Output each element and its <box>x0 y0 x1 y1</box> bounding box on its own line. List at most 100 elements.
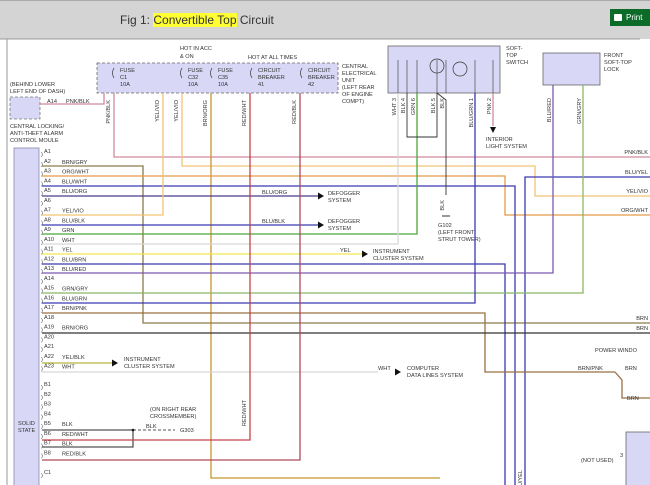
fuse-wire-label: RED/WHT <box>242 99 248 126</box>
interior-light-label: LIGHT SYSTEM <box>486 144 527 150</box>
alarm-module-label: CENTRAL LOCKING/ <box>10 124 65 130</box>
pin-connector: ) <box>41 240 43 246</box>
wire-label: WHT <box>62 238 75 244</box>
soft-top-switch-label: SWITCH <box>506 60 528 66</box>
g303-label: G303 <box>180 428 194 434</box>
pin-label: A19 <box>44 325 54 331</box>
right-edge-wire-label: ORG/WHT <box>621 208 649 214</box>
fuse-wire-label: RED/BLK <box>292 100 298 124</box>
pin-connector: ) <box>41 414 43 420</box>
solid-state-module <box>13 147 40 485</box>
ground-g102-label: STRUT TOWER) <box>438 237 481 243</box>
wire-a7 <box>42 93 164 216</box>
wire-label: BRN/PNK <box>62 306 87 312</box>
pin-connector: ) <box>41 230 43 236</box>
wire-b8 <box>42 93 301 461</box>
pin-label: A22 <box>44 354 54 360</box>
wire-label: BRN/ORG <box>62 326 88 332</box>
pin-connector: ) <box>41 269 43 275</box>
fuse-label: 42 <box>308 82 314 88</box>
defogger-arrow <box>318 192 324 200</box>
alarm-module-label: ANTI-THEFT ALARM <box>10 131 63 137</box>
pin-label: A17 <box>44 305 54 311</box>
splice-dot <box>131 428 135 432</box>
wire-label: WHT <box>62 365 75 371</box>
power-window-wire-label: BRN <box>627 396 639 402</box>
pin-connector: ) <box>41 453 43 459</box>
wire-label: RED/BLK <box>62 451 86 457</box>
pin-label: B2 <box>44 392 51 398</box>
power-window-wire-label: BRN/PNK <box>578 366 603 372</box>
pin-connector: ) <box>41 434 43 440</box>
ground-wire-label: BLK <box>440 200 446 211</box>
pin-connector: ) <box>41 395 43 401</box>
pin-label: B3 <box>44 402 51 408</box>
pin-connector: ) <box>41 162 43 168</box>
lock-wire-label: GRN/GRY <box>577 98 583 124</box>
pin-label: C1 <box>44 470 51 476</box>
switch-pin-label: PNK 2 <box>487 98 493 114</box>
pin-label: A1 <box>44 149 51 155</box>
pin-label: A14 <box>44 276 54 282</box>
pin-label: A20 <box>44 334 54 340</box>
soft-top-lock-box <box>542 52 601 86</box>
defogger-label: DEFOGGER <box>328 191 360 197</box>
central-electrical-unit-label: (LEFT REAR <box>342 85 375 91</box>
pin-label: B6 <box>44 431 51 437</box>
module-label: STATE <box>18 428 35 434</box>
hot-at-all-times-label: HOT AT ALL TIMES <box>248 55 297 61</box>
soft-top-lock-label: LOCK <box>604 67 620 73</box>
fuse-label: FUSE <box>120 68 135 74</box>
pin-label: A11 <box>44 247 54 253</box>
fuse-label: FUSE <box>218 68 233 74</box>
switch-pin-label: BLK 5 <box>431 98 437 113</box>
pin-connector: ) <box>41 357 43 363</box>
pin-connector: ) <box>41 473 43 479</box>
wire-label: YEL <box>62 248 73 254</box>
pin-connector: ) <box>41 318 43 324</box>
pin-label: A5 <box>44 188 51 194</box>
pin-label: A10 <box>44 237 54 243</box>
central-electrical-unit-label: UNIT <box>342 78 356 84</box>
wire-label: BLU/RED <box>62 267 86 273</box>
module-label: SOLID <box>18 421 35 427</box>
wire-label: GRN <box>62 228 74 234</box>
pin-label: A8 <box>44 217 51 223</box>
wire-label: BLU/ORG <box>62 189 87 195</box>
switch-pin-label: WHT 3 <box>392 98 398 115</box>
fuse-label: 10A <box>218 82 228 88</box>
pin-connector: ) <box>41 279 43 285</box>
switch-pin-label: BLK 4 <box>401 98 407 113</box>
pin-label: B8 <box>44 450 51 456</box>
cluster-arrow <box>362 250 368 258</box>
pin-connector: ) <box>41 424 43 430</box>
fuse-label: 10A <box>188 82 198 88</box>
pin-label: A23 <box>44 364 54 370</box>
fuse-wire-label: YEL/VIO <box>174 99 180 121</box>
switch-pin-label: GRN 6 <box>411 98 417 115</box>
central-electrical-unit-label: ELECTRICAL <box>342 71 377 77</box>
fuse-label: 10A <box>120 82 130 88</box>
switch-pin-label: BLU/GRN 1 <box>469 98 475 128</box>
fuse-label: C1 <box>120 75 127 81</box>
soft-top-lock-label: FRONT <box>604 53 624 59</box>
cluster-label: CLUSTER SYSTEM <box>124 364 175 370</box>
cluster-label: INSTRUMENT <box>124 357 161 363</box>
pin-label: A21 <box>44 344 54 350</box>
wire-label: YEL/VIO <box>62 209 84 215</box>
wire-label: BLU/GRN <box>62 296 87 302</box>
alarm-module-location: LEFT END OF DASH) <box>10 89 65 95</box>
cluster-label: INSTRUMENT <box>373 249 410 255</box>
not-used-label: (NOT USED) <box>581 458 614 464</box>
power-window-pin-label: 3 <box>620 453 623 459</box>
pin-label: A15 <box>44 286 54 292</box>
pin-label: B1 <box>44 382 51 388</box>
vertical-wire-label: RED/WHT <box>242 399 248 426</box>
pin-label: A6 <box>44 198 51 204</box>
right-edge-wire-label: BRN <box>636 326 648 332</box>
alarm-module-box <box>9 96 41 120</box>
fuse-label: C35 <box>218 75 228 81</box>
wire-a9 <box>42 93 418 235</box>
data-lines-label: DATA LINES SYSTEM <box>407 373 463 379</box>
right-edge-wire-label: BRN <box>636 316 648 322</box>
